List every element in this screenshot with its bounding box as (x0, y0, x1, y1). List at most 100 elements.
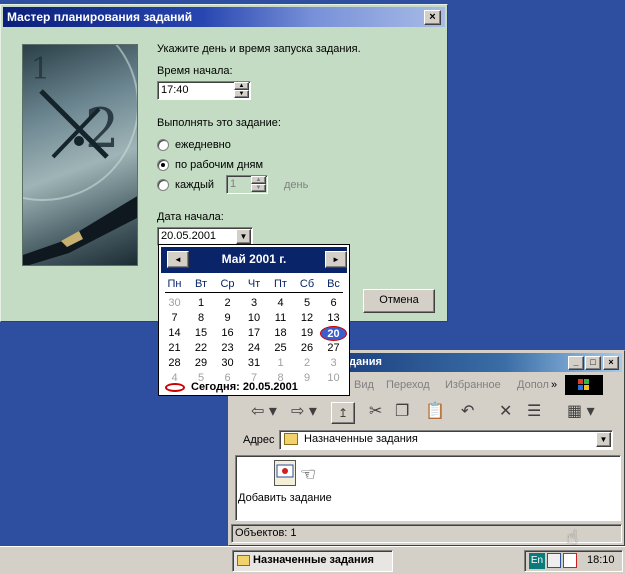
chevron-down-icon[interactable]: ▼ (596, 432, 611, 447)
calendar-day[interactable]: 17 (241, 326, 268, 341)
calendar-day[interactable]: 27 (320, 341, 347, 356)
maximize-button[interactable]: □ (585, 356, 601, 370)
copy-icon[interactable]: ❐ (395, 402, 409, 424)
up-folder-icon[interactable]: ↥ (331, 402, 355, 424)
radio-every[interactable] (157, 179, 169, 191)
calendar-day-selected[interactable]: 20 (320, 326, 347, 341)
spin-down-icon[interactable]: ▼ (234, 90, 249, 98)
back-icon[interactable]: ⇦ ▾ (251, 402, 277, 424)
today-ring-icon (165, 383, 185, 392)
spin-down-icon[interactable]: ▼ (251, 184, 266, 192)
properties-icon[interactable]: ☰ (527, 402, 541, 424)
calendar-day[interactable]: 10 (320, 371, 347, 386)
radio-weekdays[interactable] (157, 159, 169, 171)
calendar-day[interactable]: 30 (161, 296, 188, 311)
delete-icon[interactable]: ✕ (499, 402, 512, 424)
prev-month-button[interactable]: ◄ (167, 251, 189, 268)
next-month-button[interactable]: ► (325, 251, 347, 268)
calendar-month-title[interactable]: Май 2001 г. (191, 252, 317, 266)
calendar-day[interactable]: 25 (267, 341, 294, 356)
arrow-right-icon: ► (332, 255, 340, 264)
close-button[interactable]: × (424, 10, 441, 25)
add-task-label[interactable]: Добавить задание (238, 492, 332, 504)
calendar-day[interactable]: 24 (241, 341, 268, 356)
task-scheduler-tray-icon[interactable] (563, 553, 577, 568)
radio-daily[interactable] (157, 139, 169, 151)
undo-icon[interactable]: ↶ (461, 402, 474, 424)
calendar-day[interactable]: 28 (161, 356, 188, 371)
close-icon: × (429, 11, 436, 23)
calendar-day[interactable]: 29 (188, 356, 215, 371)
taskbar-button-scheduled-tasks[interactable]: Назначенные задания (232, 550, 393, 572)
calendar-day[interactable]: 1 (267, 356, 294, 371)
tray-app-icon[interactable] (547, 553, 561, 568)
radio-weekdays-label[interactable]: по рабочим дням (175, 159, 263, 171)
calendar-day[interactable]: 1 (188, 296, 215, 311)
clock[interactable]: 18:10 (587, 554, 615, 566)
wizard-titlebar[interactable]: Мастер планирования заданий × (3, 7, 445, 27)
date-picker-calendar: ◄ Май 2001 г. ► Пн Вт Ср Чт Пт Сб Вс 30 1 2 3 4 5 6 7 8… (158, 244, 350, 396)
today-link[interactable]: Сегодня: 20.05.2001 (191, 381, 298, 393)
calendar-day[interactable]: 23 (214, 341, 241, 356)
calendar-day[interactable]: 15 (188, 326, 215, 341)
start-time-field[interactable]: 17:40 ▲ ▼ (157, 81, 251, 100)
calendar-day[interactable]: 30 (214, 356, 241, 371)
calendar-day[interactable]: 9 (214, 311, 241, 326)
start-time-spinner[interactable]: ▲ ▼ (234, 82, 249, 99)
calendar-day[interactable]: 2 (214, 296, 241, 311)
calendar-day[interactable]: 14 (161, 326, 188, 341)
calendar-day[interactable]: 12 (294, 311, 321, 326)
calendar-day[interactable]: 4 (267, 296, 294, 311)
calendar-day[interactable]: 13 (320, 311, 347, 326)
paste-icon[interactable]: 📋 (425, 402, 445, 424)
close-icon: × (608, 357, 614, 367)
chevron-down-icon[interactable]: ▼ (236, 229, 251, 244)
calendar-day[interactable]: 21 (161, 341, 188, 356)
radio-daily-label[interactable]: ежедневно (175, 139, 231, 151)
radio-every-label[interactable]: каждый (175, 179, 214, 191)
calendar-day[interactable]: 26 (294, 341, 321, 356)
calendar-day[interactable]: 19 (294, 326, 321, 341)
calendar-day[interactable]: 7 (161, 311, 188, 326)
start-time-label: Время начала: (157, 65, 233, 77)
calendar-day[interactable]: 3 (241, 296, 268, 311)
calendar-day[interactable]: 22 (188, 341, 215, 356)
calendar-day[interactable]: 3 (320, 356, 347, 371)
language-indicator[interactable]: En (529, 553, 545, 569)
calendar-weekday: Вт (194, 278, 207, 290)
explorer-close-button[interactable]: × (603, 356, 619, 370)
calendar-weekday: Пт (274, 278, 287, 290)
add-task-icon[interactable] (274, 460, 296, 486)
every-days-unit: день (284, 179, 309, 191)
calendar-day[interactable]: 18 (267, 326, 294, 341)
menu-more-icon[interactable]: » (551, 379, 557, 391)
address-bar[interactable]: Назначенные задания ▼ (279, 430, 613, 450)
calendar-day[interactable]: 2 (294, 356, 321, 371)
calendar-day[interactable]: 5 (294, 296, 321, 311)
calendar-day[interactable]: 6 (320, 296, 347, 311)
menu-favorites[interactable]: Избранное (445, 379, 501, 391)
every-days-spinner[interactable]: ▲ ▼ (251, 176, 266, 193)
instruction-text: Укажите день и время запуска задания. (157, 43, 361, 55)
menu-tools[interactable]: Допол (517, 379, 549, 391)
every-days-field[interactable]: 1 ▲ ▼ (226, 175, 268, 194)
cancel-button[interactable]: Отмена (363, 289, 435, 313)
views-icon[interactable]: ▦ ▾ (567, 402, 595, 424)
calendar-day[interactable]: 8 (188, 311, 215, 326)
calendar-day[interactable]: 16 (214, 326, 241, 341)
menu-go[interactable]: Переход (386, 379, 430, 391)
start-date-value: 20.05.2001 (161, 230, 217, 242)
menu-view[interactable]: Вид (354, 379, 374, 391)
calendar-day[interactable]: 31 (241, 356, 268, 371)
spin-up-icon[interactable]: ▲ (234, 82, 249, 90)
calendar-day[interactable]: 11 (267, 311, 294, 326)
wizard-clock-image: 2 1 (22, 44, 138, 266)
system-tray: En 18:10 (524, 550, 623, 572)
calendar-day[interactable]: 10 (241, 311, 268, 326)
minimize-button[interactable]: _ (568, 356, 584, 370)
spin-up-icon[interactable]: ▲ (251, 176, 266, 184)
folder-content: ☜ Добавить задание (235, 455, 621, 521)
svg-text:1: 1 (31, 52, 50, 87)
cut-icon[interactable]: ✂ (369, 402, 382, 424)
forward-icon[interactable]: ⇨ ▾ (291, 402, 317, 424)
